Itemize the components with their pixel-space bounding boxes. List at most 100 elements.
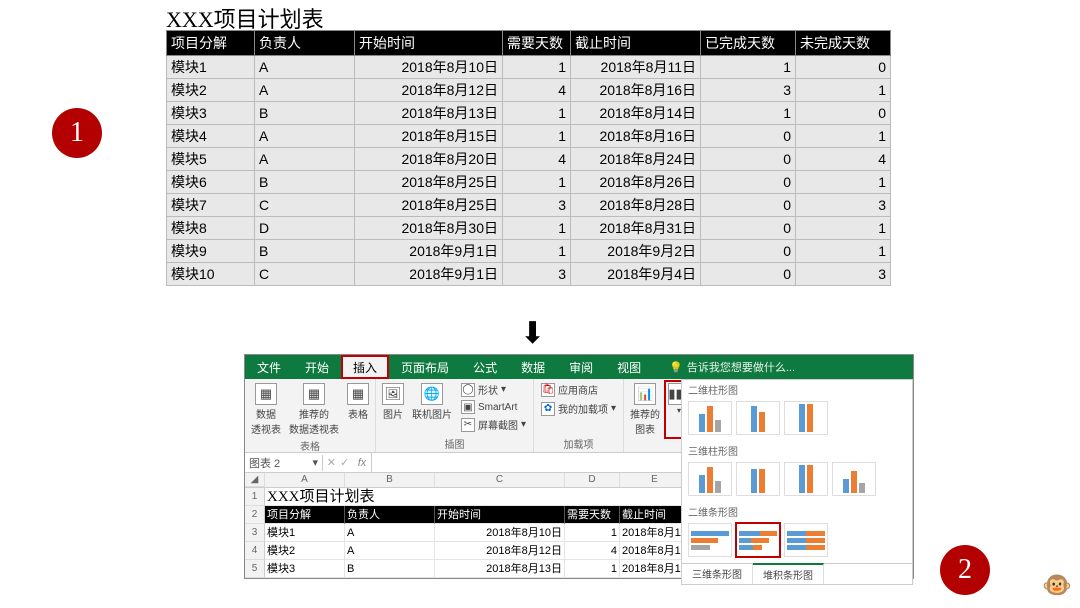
- table-row: 模块5A2018年8月20日42018年8月24日04: [167, 148, 891, 171]
- screenshot-button[interactable]: ✂屏幕截图 ▾: [457, 416, 530, 433]
- col-header-B[interactable]: B: [345, 473, 435, 487]
- table-cell: 2018年8月26日: [571, 171, 701, 194]
- sheet-cell[interactable]: 2018年8月10日: [435, 524, 565, 542]
- clustered-column-2d[interactable]: [688, 401, 732, 435]
- stacked-bar-2d[interactable]: [736, 523, 780, 557]
- ribbon-tab[interactable]: 审阅: [557, 355, 605, 379]
- table-cell: 模块9: [167, 240, 255, 263]
- fx-icon[interactable]: fx: [353, 457, 371, 469]
- table-header: 未完成天数: [796, 31, 891, 56]
- table-cell: 0: [701, 194, 796, 217]
- table-cell: 模块6: [167, 171, 255, 194]
- table-header: 截止时间: [571, 31, 701, 56]
- table-header: 已完成天数: [701, 31, 796, 56]
- online-pictures-button[interactable]: 🌐联机图片: [409, 381, 455, 433]
- ribbon-tab[interactable]: 视图: [605, 355, 653, 379]
- col-header-C[interactable]: C: [435, 473, 565, 487]
- pictures-button[interactable]: 🖼图片: [379, 381, 407, 433]
- clustered-bar-2d[interactable]: [688, 523, 732, 557]
- step-badge-1: 1: [52, 108, 102, 158]
- table-cell: 0: [701, 171, 796, 194]
- ribbon-tab[interactable]: 开始: [293, 355, 341, 379]
- sheet-header-cell[interactable]: 项目分解: [265, 506, 345, 524]
- table-cell: B: [255, 240, 355, 263]
- table-cell: 2018年8月28日: [571, 194, 701, 217]
- gallery-section-label: 二维柱形图: [682, 380, 912, 399]
- table-row: 模块9B2018年9月1日12018年9月2日01: [167, 240, 891, 263]
- 100-stacked-bar-2d[interactable]: [784, 523, 828, 557]
- gallery-tab-3d-bar[interactable]: 三维条形图: [682, 564, 753, 584]
- confirm-icon[interactable]: ✓: [340, 456, 349, 469]
- table-cell: 1: [796, 125, 891, 148]
- sheet-cell[interactable]: 4: [565, 542, 620, 560]
- row-header[interactable]: 3: [245, 524, 265, 542]
- table-row: 模块3B2018年8月13日12018年8月14日10: [167, 102, 891, 125]
- store-button[interactable]: 🛍应用商店: [537, 381, 620, 398]
- smartart-button[interactable]: ▣SmartArt: [457, 399, 530, 415]
- recommended-charts-button[interactable]: 📊推荐的 图表: [627, 381, 663, 438]
- 100-stacked-column-3d[interactable]: [784, 462, 828, 496]
- sheet-cell[interactable]: 2018年8月11日: [620, 524, 690, 542]
- sheet-cell[interactable]: 2018年8月12日: [435, 542, 565, 560]
- sheet-cell[interactable]: 1: [565, 524, 620, 542]
- table-cell: 0: [701, 263, 796, 286]
- table-row: 模块10C2018年9月1日32018年9月4日03: [167, 263, 891, 286]
- row-header[interactable]: 5: [245, 560, 265, 578]
- table-cell: 1: [796, 171, 891, 194]
- sheet-header-cell[interactable]: 开始时间: [435, 506, 565, 524]
- recommended-pivot-button[interactable]: ▦推荐的 数据透视表: [286, 381, 342, 438]
- sheet-header-cell[interactable]: 负责人: [345, 506, 435, 524]
- ribbon-tab[interactable]: 页面布局: [389, 355, 461, 379]
- gallery-tab-stacked-bar[interactable]: 堆积条形图: [753, 563, 824, 584]
- row-header[interactable]: 1: [245, 488, 265, 506]
- tell-me-input[interactable]: 💡告诉我您想要做什么...: [653, 355, 807, 379]
- sheet-cell[interactable]: A: [345, 524, 435, 542]
- sheet-cell[interactable]: A: [345, 542, 435, 560]
- sheet-cell[interactable]: 模块3: [265, 560, 345, 578]
- table-button[interactable]: ▦表格: [344, 381, 372, 438]
- name-box[interactable]: 图表 2▾: [245, 455, 323, 471]
- table-cell: 2018年8月12日: [355, 79, 503, 102]
- chart-gallery: 二维柱形图 三维柱形图 二维条形图 三维条形图 堆积条形图: [681, 379, 913, 585]
- ribbon-tab[interactable]: 文件: [245, 355, 293, 379]
- table-cell: 1: [796, 240, 891, 263]
- row-header[interactable]: 4: [245, 542, 265, 560]
- select-all-corner[interactable]: ◢: [245, 473, 265, 487]
- ribbon-tab[interactable]: 公式: [461, 355, 509, 379]
- sheet-cell[interactable]: 2018年8月13日: [435, 560, 565, 578]
- column-3d[interactable]: [832, 462, 876, 496]
- col-header-E[interactable]: E: [620, 473, 690, 487]
- ribbon-tab[interactable]: 插入: [341, 355, 389, 379]
- table-cell: A: [255, 148, 355, 171]
- table-cell: C: [255, 194, 355, 217]
- table-cell: 1: [796, 79, 891, 102]
- sheet-header-cell[interactable]: 截止时间: [620, 506, 690, 524]
- table-cell: 2018年8月20日: [355, 148, 503, 171]
- stacked-column-2d[interactable]: [736, 401, 780, 435]
- col-header-D[interactable]: D: [565, 473, 620, 487]
- sheet-cell[interactable]: 模块2: [265, 542, 345, 560]
- table-cell: 2018年8月16日: [571, 125, 701, 148]
- table-cell: 模块8: [167, 217, 255, 240]
- pivot-table-button[interactable]: ▦数据 透视表: [248, 381, 284, 438]
- stacked-column-3d[interactable]: [736, 462, 780, 496]
- sheet-cell[interactable]: 2018年8月14日: [620, 560, 690, 578]
- cancel-icon[interactable]: ✕: [327, 456, 336, 469]
- chevron-down-icon[interactable]: ▾: [312, 456, 318, 469]
- sheet-header-cell[interactable]: 需要天数: [565, 506, 620, 524]
- clustered-column-3d[interactable]: [688, 462, 732, 496]
- table-cell: 1: [503, 125, 571, 148]
- sheet-cell[interactable]: B: [345, 560, 435, 578]
- col-header-A[interactable]: A: [265, 473, 345, 487]
- table-cell: 2018年8月25日: [355, 171, 503, 194]
- shapes-button[interactable]: ◯形状 ▾: [457, 381, 530, 398]
- ribbon-tab[interactable]: 数据: [509, 355, 557, 379]
- sheet-cell[interactable]: 1: [565, 560, 620, 578]
- mini-title-cell[interactable]: XXX项目计划表: [265, 488, 690, 506]
- sheet-cell[interactable]: 模块1: [265, 524, 345, 542]
- table-cell: 2018年8月31日: [571, 217, 701, 240]
- my-addins-button[interactable]: ✿我的加载项 ▾: [537, 400, 620, 417]
- 100-stacked-column-2d[interactable]: [784, 401, 828, 435]
- sheet-cell[interactable]: 2018年8月16日: [620, 542, 690, 560]
- row-header[interactable]: 2: [245, 506, 265, 524]
